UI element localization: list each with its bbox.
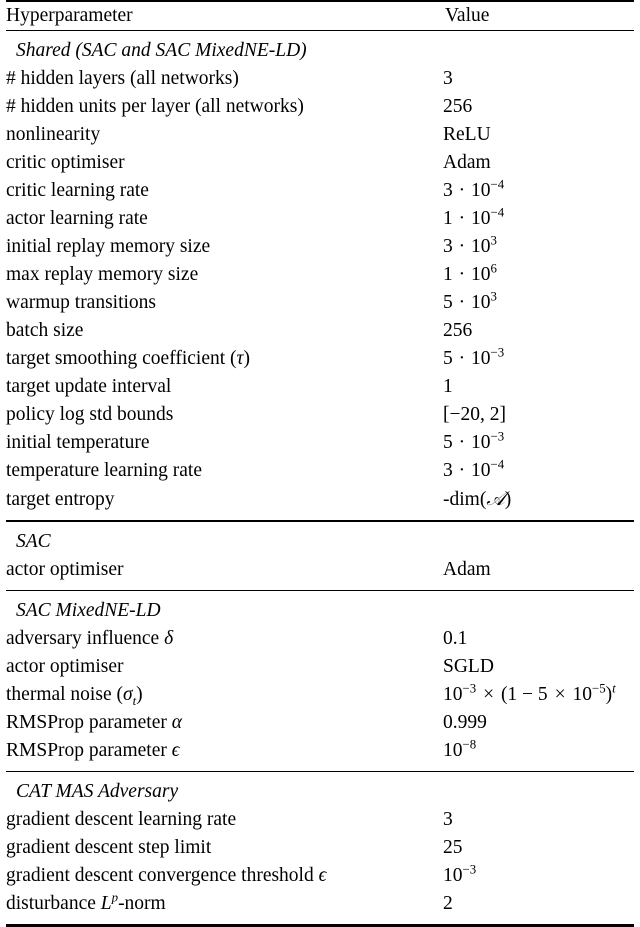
row-value: 25 (443, 837, 463, 859)
row-value: ReLU (443, 124, 491, 146)
row-value: [−20, 2] (443, 404, 506, 426)
table-row: RMSProp parameter ϵ 10−8 (6, 737, 634, 765)
table-row: initial replay memory size 3 · 103 (6, 233, 634, 261)
row-label: batch size (6, 320, 84, 342)
table-head: Hyperparameter Value (6, 2, 634, 30)
section-header-shared: Shared (SAC and SAC MixedNE-LD) (6, 37, 634, 65)
row-label: warmup transitions (6, 292, 157, 314)
table-row: initial temperature 5 · 10−3 (6, 429, 634, 457)
row-label: # hidden units per layer (all networks) (6, 96, 304, 118)
row-label: initial replay memory size (6, 236, 211, 258)
row-value: 3 (443, 809, 453, 831)
table-row: critic learning rate 3 · 10−4 (6, 177, 634, 205)
row-value: 10−3 (443, 862, 477, 887)
table-row: critic optimiser Adam (6, 149, 634, 177)
column-header-hyperparameter: Hyperparameter (6, 5, 133, 27)
table-row: temperature learning rate 3 · 10−4 (6, 457, 634, 485)
row-label: target entropy (6, 489, 115, 511)
row-value: 0.1 (443, 628, 468, 650)
row-value: 256 (443, 320, 473, 342)
row-label: disturbance Lp-norm (6, 890, 166, 915)
row-label: policy log std bounds (6, 404, 174, 426)
table-row: batch size 256 (6, 317, 634, 345)
row-value: 2 (443, 893, 453, 915)
table-bottom-rule (6, 924, 634, 927)
hyperparameter-table: Hyperparameter Value Shared (SAC and SAC… (0, 0, 640, 927)
table-row: warmup transitions 5 · 103 (6, 289, 634, 317)
table-row: RMSProp parameter α 0.999 (6, 709, 634, 737)
table-row: target update interval 1 (6, 373, 634, 401)
row-value: 256 (443, 96, 473, 118)
section-title: SAC MixedNE-LD (16, 600, 161, 622)
row-value: 5 · 10−3 (443, 429, 505, 454)
row-value: -dim(𝒜) (443, 487, 512, 511)
table-row: gradient descent convergence threshold ϵ… (6, 862, 634, 890)
table-row: actor learning rate 1 · 10−4 (6, 205, 634, 233)
section-title: CAT MAS Adversary (16, 781, 179, 803)
row-label: actor optimiser (6, 656, 124, 678)
table-row: nonlinearity ReLU (6, 121, 634, 149)
row-label: gradient descent learning rate (6, 809, 237, 831)
row-value: Adam (443, 558, 491, 580)
row-label: RMSProp parameter α (6, 712, 182, 734)
row-value: 10−3 × (1 − 5 × 10−5)t (443, 681, 616, 706)
table-row: gradient descent learning rate 3 (6, 806, 634, 834)
row-value: 5 · 103 (443, 289, 497, 314)
row-label: target smoothing coefficient (τ) (6, 348, 250, 370)
row-value: 3 · 103 (443, 233, 497, 258)
row-value: 5 · 10−3 (443, 345, 505, 370)
row-label: gradient descent step limit (6, 837, 212, 859)
row-label: critic learning rate (6, 180, 149, 202)
row-value: 3 · 10−4 (443, 177, 505, 202)
table-header-row: Hyperparameter Value (6, 2, 634, 30)
row-value: 1 · 106 (443, 261, 497, 286)
row-label: actor optimiser (6, 558, 124, 580)
table-row: gradient descent step limit 25 (6, 834, 634, 862)
row-label: nonlinearity (6, 124, 101, 146)
row-value: 1 (443, 376, 453, 398)
section-header-cat-mas-adversary: CAT MAS Adversary (6, 778, 634, 806)
table-row: # hidden units per layer (all networks) … (6, 93, 634, 121)
section-title: SAC (16, 530, 51, 552)
row-label: temperature learning rate (6, 460, 202, 482)
row-value: 1 · 10−4 (443, 205, 505, 230)
table-row: # hidden layers (all networks) 3 (6, 65, 634, 93)
row-value: 0.999 (443, 712, 487, 734)
row-label: max replay memory size (6, 264, 199, 286)
section-title-value (443, 597, 634, 625)
row-label: adversary influence δ (6, 628, 174, 650)
row-value: SGLD (443, 656, 494, 678)
row-label: target update interval (6, 376, 172, 398)
table-body: Shared (SAC and SAC MixedNE-LD) # hidden… (6, 31, 634, 924)
row-value: 10−8 (443, 737, 477, 762)
table-row: target smoothing coefficient (τ) 5 · 10−… (6, 345, 634, 373)
table-row: policy log std bounds [−20, 2] (6, 401, 634, 429)
section-title-value (443, 778, 634, 806)
section-header-sac-mixedne-ld: SAC MixedNE-LD (6, 597, 634, 625)
table-row: actor optimiser Adam (6, 556, 634, 584)
table-row: thermal noise (σt) 10−3 × (1 − 5 × 10−5)… (6, 681, 634, 709)
table-row: target entropy -dim(𝒜) (6, 485, 634, 514)
row-label: # hidden layers (all networks) (6, 68, 239, 90)
row-label: initial temperature (6, 432, 150, 454)
table-row: actor optimiser SGLD (6, 653, 634, 681)
column-header-value: Value (445, 5, 490, 27)
row-label: thermal noise (σt) (6, 684, 143, 708)
section-title: Shared (SAC and SAC MixedNE-LD) (16, 40, 307, 62)
row-label: gradient descent convergence threshold ϵ (6, 865, 327, 887)
row-value: 3 · 10−4 (443, 457, 505, 482)
row-label: actor learning rate (6, 208, 148, 230)
section-title-value (443, 37, 634, 65)
row-value: 3 (443, 68, 453, 90)
table-row: max replay memory size 1 · 106 (6, 261, 634, 289)
table-row: disturbance Lp-norm 2 (6, 890, 634, 918)
section-title-value (443, 528, 634, 556)
section-header-sac: SAC (6, 528, 634, 556)
row-label: critic optimiser (6, 152, 125, 174)
row-value: Adam (443, 152, 491, 174)
row-label: RMSProp parameter ϵ (6, 740, 180, 762)
table-row: adversary influence δ 0.1 (6, 625, 634, 653)
